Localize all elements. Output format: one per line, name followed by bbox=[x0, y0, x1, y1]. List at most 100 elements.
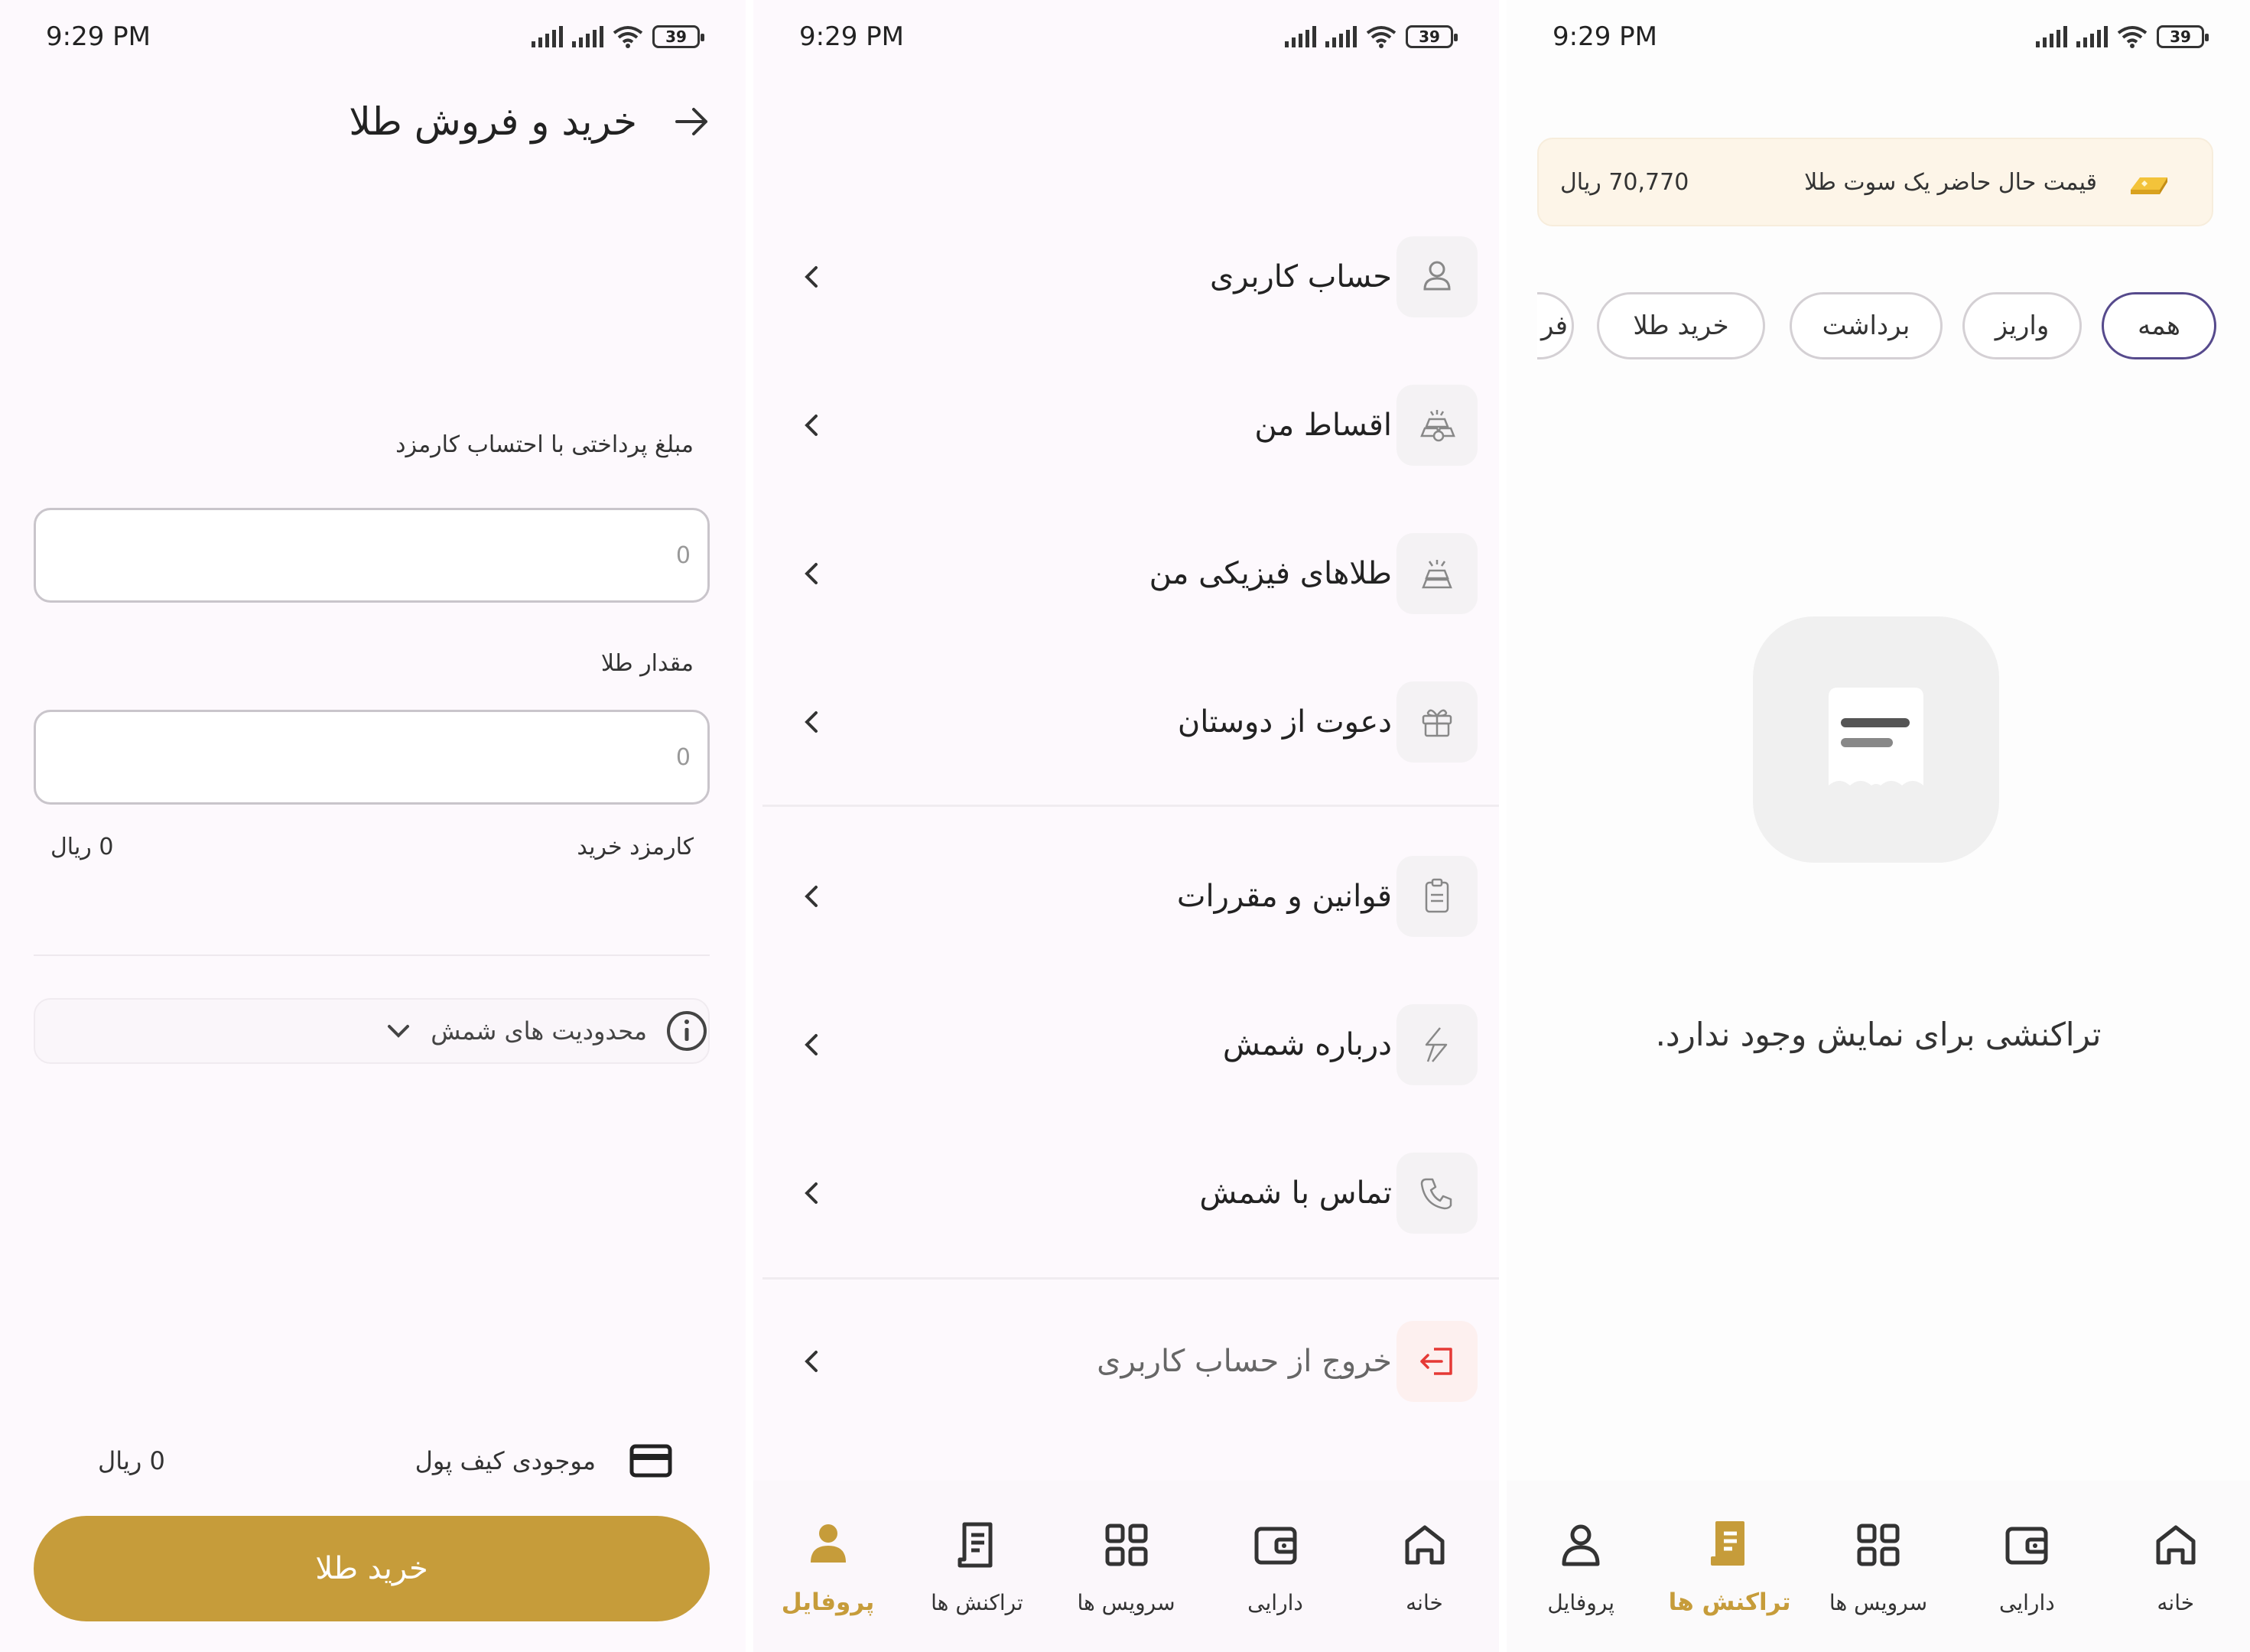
wallet-label: موجودی کیف پول bbox=[415, 1446, 596, 1475]
chip-buy-gold[interactable]: خرید طلا bbox=[1597, 292, 1765, 359]
nav-label: پروفایل bbox=[781, 1589, 875, 1616]
nav-assets[interactable]: دارایی bbox=[1207, 1518, 1344, 1615]
nav-label: سرویس ها bbox=[1829, 1589, 1928, 1615]
signal-icon-2 bbox=[1325, 26, 1357, 47]
chevron-left-icon bbox=[805, 266, 818, 288]
bottom-nav: خانه دارایی سرویس ها تراکنش ها پروفایل bbox=[753, 1481, 1499, 1652]
battery-icon: 39 bbox=[2157, 25, 2209, 48]
menu-item-label: طلاهای فیزیکی من bbox=[1149, 556, 1392, 591]
signal-icon-2 bbox=[2076, 26, 2108, 47]
menu-divider bbox=[762, 805, 1499, 807]
grid-icon bbox=[1857, 1524, 1900, 1566]
divider bbox=[34, 954, 710, 956]
clipboard-icon bbox=[1396, 856, 1478, 937]
gold-price-card: 70,770 ریال قیمت حال حاضر یک سوت طلا bbox=[1537, 138, 2213, 226]
payment-field[interactable] bbox=[34, 508, 710, 603]
gift-icon bbox=[1396, 681, 1478, 763]
status-bar: 9:29 PM 39 bbox=[1507, 0, 2250, 73]
menu-item-contact[interactable]: تماس با شمش bbox=[753, 1147, 1499, 1239]
nav-home[interactable]: خانه bbox=[2107, 1518, 2245, 1615]
signal-icon-2 bbox=[572, 26, 603, 47]
receipt-empty-icon bbox=[1829, 688, 1923, 785]
nav-profile[interactable]: پروفایل bbox=[1512, 1518, 1650, 1615]
nav-label: دارایی bbox=[1247, 1589, 1303, 1615]
nav-services[interactable]: سرویس ها bbox=[1809, 1518, 1947, 1615]
menu-item-label: درباره شمش bbox=[1222, 1027, 1392, 1062]
limits-dropdown[interactable]: محدودیت های شمش bbox=[34, 998, 710, 1064]
phone-icon bbox=[1396, 1153, 1478, 1234]
nav-transactions[interactable]: تراکنش ها bbox=[1661, 1517, 1799, 1616]
status-bar: 9:29 PM 39 bbox=[0, 0, 746, 73]
menu-item-physical-gold[interactable]: طلاهای فیزیکی من bbox=[753, 528, 1499, 620]
chevron-left-icon bbox=[805, 563, 818, 584]
menu-item-label: خروج از حساب کاربری bbox=[1097, 1344, 1392, 1379]
wallet-icon bbox=[1254, 1527, 1296, 1564]
buy-gold-button[interactable]: خرید طلا bbox=[34, 1516, 710, 1621]
bottom-nav: خانه دارایی سرویس ها تراکنش ها پروفایل bbox=[1507, 1481, 2250, 1652]
installments-icon bbox=[1396, 385, 1478, 466]
wifi-icon bbox=[1366, 26, 1396, 48]
menu-item-terms[interactable]: قوانین و مقررات bbox=[753, 850, 1499, 942]
payment-input[interactable] bbox=[36, 510, 691, 600]
wallet-icon bbox=[2005, 1527, 2048, 1564]
status-time: 9:29 PM bbox=[799, 21, 904, 52]
profile-screen: 9:29 PM 39 حساب کاربری اقساط من طلاهای ف… bbox=[753, 0, 1499, 1652]
nav-services[interactable]: سرویس ها bbox=[1058, 1518, 1195, 1615]
menu-divider bbox=[762, 1277, 1499, 1280]
empty-state-illustration bbox=[1753, 616, 1999, 863]
header: خرید و فروش طلا bbox=[349, 99, 710, 144]
wifi-icon bbox=[613, 26, 643, 48]
gold-price-label: قیمت حال حاضر یک سوت طلا bbox=[1804, 168, 2097, 196]
chip-all[interactable]: همه bbox=[2102, 292, 2216, 359]
chevron-left-icon bbox=[805, 1351, 818, 1372]
gold-price-value: 70,770 ریال bbox=[1560, 168, 1689, 196]
menu-item-account[interactable]: حساب کاربری bbox=[753, 231, 1499, 323]
menu-item-about[interactable]: درباره شمش bbox=[753, 999, 1499, 1091]
menu-item-label: حساب کاربری bbox=[1209, 259, 1392, 294]
chevron-left-icon bbox=[805, 886, 818, 907]
nav-label: خانه bbox=[1406, 1589, 1443, 1615]
receipt-icon bbox=[1710, 1521, 1744, 1566]
home-icon bbox=[1405, 1525, 1444, 1564]
credit-card-icon bbox=[629, 1444, 672, 1478]
transactions-screen: 9:29 PM 39 70,770 ریال قیمت حال حاضر یک … bbox=[1507, 0, 2250, 1652]
signal-icon bbox=[1285, 26, 1316, 47]
nav-home[interactable]: خانه bbox=[1356, 1518, 1494, 1615]
fee-label: کارمزد خرید bbox=[577, 834, 694, 860]
status-bar: 9:29 PM 39 bbox=[753, 0, 1499, 73]
info-icon bbox=[667, 1011, 707, 1051]
nav-label: خانه bbox=[2157, 1589, 2195, 1615]
chevron-left-icon bbox=[805, 1182, 818, 1204]
limits-label: محدودیت های شمش bbox=[431, 1016, 647, 1046]
battery-icon: 39 bbox=[652, 25, 704, 48]
chip-sell-gold[interactable]: فر bbox=[1537, 292, 1574, 359]
wallet-balance-row: 0 ریال موجودی کیف پول bbox=[98, 1444, 672, 1478]
chevron-left-icon bbox=[805, 711, 818, 733]
nav-label: تراکنش ها bbox=[1668, 1589, 1791, 1616]
grid-icon bbox=[1105, 1524, 1147, 1566]
wifi-icon bbox=[2117, 26, 2148, 48]
gold-amount-input[interactable] bbox=[36, 712, 691, 802]
user-icon bbox=[810, 1524, 846, 1563]
nav-transactions[interactable]: تراکنش ها bbox=[909, 1518, 1046, 1615]
gold-amount-field[interactable] bbox=[34, 710, 710, 805]
battery-icon: 39 bbox=[1406, 25, 1458, 48]
payment-label: مبلغ پرداختی با احتساب کارمزد bbox=[395, 431, 694, 458]
chip-withdraw[interactable]: برداشت bbox=[1790, 292, 1943, 359]
empty-state-text: تراکنشی برای نمایش وجود ندارد. bbox=[1655, 1016, 2102, 1053]
menu-item-label: دعوت از دوستان bbox=[1177, 704, 1392, 740]
menu-item-label: اقساط من bbox=[1254, 408, 1392, 443]
nav-assets[interactable]: دارایی bbox=[1958, 1518, 2096, 1615]
status-time: 9:29 PM bbox=[46, 21, 151, 52]
menu-item-invite-friends[interactable]: دعوت از دوستان bbox=[753, 676, 1499, 768]
chip-deposit[interactable]: واریز bbox=[1962, 292, 2082, 359]
menu-item-installments[interactable]: اقساط من bbox=[753, 379, 1499, 471]
nav-profile[interactable]: پروفایل bbox=[759, 1517, 897, 1616]
back-arrow-icon[interactable] bbox=[672, 102, 710, 141]
menu-item-label: تماس با شمش bbox=[1199, 1176, 1392, 1211]
menu-item-logout[interactable]: خروج از حساب کاربری bbox=[753, 1315, 1499, 1407]
chevron-down-icon bbox=[388, 1025, 410, 1038]
filter-chips: همه واریز برداشت خرید طلا فر bbox=[1537, 292, 2216, 361]
nav-label: سرویس ها bbox=[1077, 1589, 1175, 1615]
fee-row: 0 ریال کارمزد خرید bbox=[50, 834, 694, 860]
